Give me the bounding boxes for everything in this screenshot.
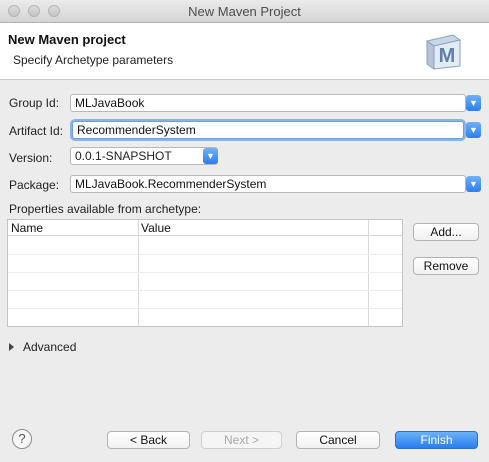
table-row-divider	[8, 290, 402, 291]
table-row-divider	[8, 308, 402, 309]
window-title: New Maven Project	[188, 4, 301, 19]
logo-letter: M	[439, 45, 456, 67]
chevron-down-icon: ▼	[469, 125, 478, 135]
column-divider	[368, 220, 369, 326]
package-dropdown-button[interactable]: ▼	[466, 176, 481, 192]
artifact-id-combo[interactable]: RecommenderSystem	[72, 121, 464, 139]
package-label: Package:	[9, 178, 60, 192]
new-maven-project-dialog: New Maven Project New Maven project Spec…	[0, 0, 489, 462]
advanced-label: Advanced	[23, 340, 77, 354]
remove-property-button[interactable]: Remove	[413, 257, 479, 275]
package-combo[interactable]: MLJavaBook.RecommenderSystem	[70, 175, 466, 193]
next-button[interactable]: Next >	[201, 431, 282, 449]
title-bar: New Maven Project	[0, 0, 489, 23]
help-button[interactable]: ?	[12, 429, 32, 449]
artifact-id-dropdown-button[interactable]: ▼	[466, 122, 481, 138]
page-subtitle: Specify Archetype parameters	[13, 53, 174, 67]
column-header-filler	[368, 220, 402, 236]
group-id-combo[interactable]: MLJavaBook	[70, 94, 466, 112]
back-button[interactable]: < Back	[107, 431, 190, 449]
table-row-divider	[8, 254, 402, 255]
maven-logo-icon: M	[425, 34, 462, 70]
chevron-down-icon: ▼	[469, 98, 478, 108]
wizard-header: New Maven project Specify Archetype para…	[0, 23, 489, 80]
disclosure-triangle-icon	[9, 343, 14, 351]
properties-label: Properties available from archetype:	[9, 202, 202, 216]
advanced-section-toggle[interactable]: Advanced	[9, 340, 76, 354]
version-combo[interactable]: 0.0.1-SNAPSHOT	[70, 147, 218, 165]
add-property-button[interactable]: Add...	[413, 223, 479, 241]
chevron-down-icon: ▼	[469, 179, 478, 189]
group-id-dropdown-button[interactable]: ▼	[466, 95, 481, 111]
version-dropdown-button[interactable]: ▼	[203, 148, 218, 164]
chevron-down-icon: ▼	[206, 151, 215, 161]
artifact-id-label: Artifact Id:	[9, 124, 64, 138]
cancel-button[interactable]: Cancel	[296, 431, 380, 449]
column-divider	[138, 220, 139, 326]
column-header-name[interactable]: Name	[8, 220, 138, 236]
table-row-divider	[8, 272, 402, 273]
page-title: New Maven project	[8, 32, 126, 47]
version-label: Version:	[9, 151, 53, 165]
properties-table[interactable]: Name Value	[7, 219, 403, 327]
finish-button[interactable]: Finish	[395, 431, 478, 449]
group-id-label: Group Id:	[9, 96, 60, 110]
column-header-value[interactable]: Value	[138, 220, 368, 236]
